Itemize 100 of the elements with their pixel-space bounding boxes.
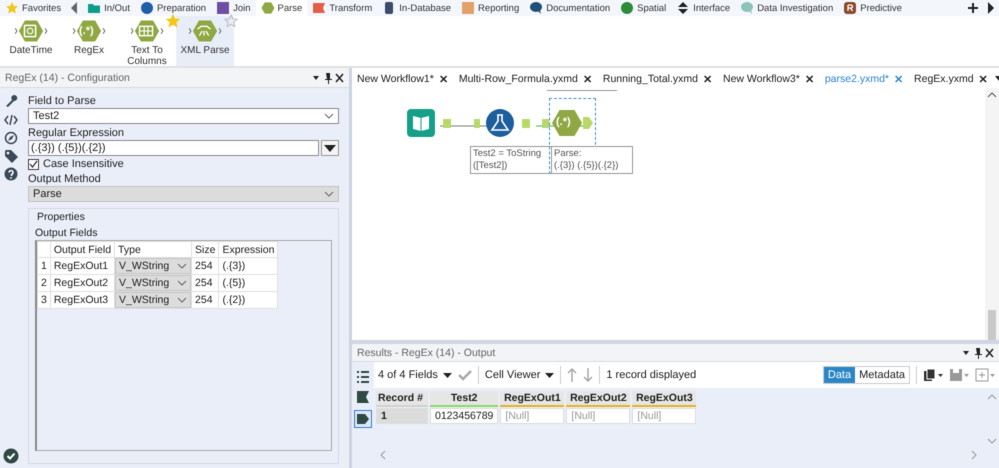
table-cell: 254: [192, 258, 219, 274]
tool-button[interactable]: DateTime: [2, 16, 60, 66]
fields-dropdown[interactable]: 4 of 4 Fields: [378, 369, 452, 381]
scroll-down-icon: [987, 438, 997, 444]
field-label: Field to Parse: [28, 95, 97, 107]
type-dropdown[interactable]: V_WString: [115, 258, 192, 274]
checkbox-label: Case Insensitive: [43, 158, 124, 170]
category-tab[interactable]: Parse: [256, 0, 308, 16]
workflow-tab[interactable]: Running_Total.yxmd ✕: [598, 70, 718, 88]
list-icon: [356, 370, 370, 384]
close-button[interactable]: ✕: [804, 72, 814, 86]
vertical-scrollbar[interactable]: [985, 88, 999, 340]
help-icon: [4, 167, 18, 181]
field-dropdown[interactable]: Test2: [28, 108, 339, 124]
type-dropdown[interactable]: V_WString: [115, 275, 192, 291]
node-glyph: (.*): [556, 116, 571, 128]
folder-icon: [87, 1, 102, 15]
viewer-dropdown[interactable]: Cell Viewer: [484, 369, 554, 381]
scroll-right-icon: [971, 450, 977, 460]
checkbox[interactable]: [28, 158, 39, 170]
type-dropdown[interactable]: V_WString: [115, 292, 192, 308]
category-tab[interactable]: Interface: [671, 0, 736, 16]
workflow-tab[interactable]: RegEx.yxmd ✕: [909, 70, 994, 88]
category-tab[interactable]: In/Out: [82, 0, 135, 16]
square-icon: [461, 1, 476, 15]
dropdown-arrow-icon: [545, 372, 554, 378]
category-tab[interactable]: Preparation: [134, 0, 212, 16]
scroll-right-icon: [986, 1, 996, 15]
table-cell: [Null]: [500, 408, 564, 424]
view-toggle[interactable]: Data: [824, 367, 856, 383]
table-cell: RegExOut1: [50, 258, 115, 274]
column-header: Size: [192, 242, 219, 258]
column-header: RegExOut1: [500, 391, 564, 407]
tool-glyph: (.*): [79, 25, 94, 37]
category-tab[interactable]: Favorites: [0, 0, 66, 16]
category-tab[interactable]: Join: [211, 0, 256, 16]
tag-shape-icon: [354, 410, 372, 428]
workflow-tab[interactable]: New Workflow3* ✕: [718, 70, 820, 88]
category-tab[interactable]: Predictive: [838, 0, 907, 16]
close-button[interactable]: ✕: [582, 72, 592, 86]
checkmark-icon: [458, 369, 472, 381]
workflow-tab[interactable]: parse2.yxmd* ✕: [820, 70, 910, 88]
up-down-icon: [676, 1, 690, 15]
row-number: 2: [38, 274, 50, 292]
chevron-down-icon: [177, 263, 188, 269]
dropdown-button[interactable]: [321, 140, 339, 156]
scroll-left-icon: [69, 1, 80, 15]
field-label: Output Method: [28, 173, 102, 185]
flag-icon: [312, 1, 326, 15]
scroll-thumb[interactable]: [988, 310, 996, 340]
chevron-down-icon: [177, 280, 188, 286]
dropdown-arrow-icon: [442, 372, 452, 378]
table-cell: 254: [192, 274, 219, 292]
arrow-up-icon: [567, 368, 578, 382]
record-count: 1 record displayed: [606, 369, 696, 381]
category-tab[interactable]: Data Investigation: [735, 0, 838, 16]
node-annotation: Test2 = ToString ([Test2]): [470, 146, 552, 174]
scroll-up-icon: [987, 394, 997, 400]
row-number: 3: [38, 292, 50, 308]
grid-label: Output Fields: [35, 227, 98, 239]
row-number: 1: [38, 258, 50, 274]
group-label: Properties: [37, 211, 86, 223]
category-tab[interactable]: Reporting: [456, 0, 524, 16]
category-tab[interactable]: Spatial: [615, 0, 672, 16]
column-header: Test2: [430, 391, 498, 407]
tool-button[interactable]: (.*) RegEx: [60, 16, 118, 66]
chevron-down-icon: [324, 191, 334, 197]
workflow-tab[interactable]: Multi-Row_Formula.yxmd ✕: [454, 70, 598, 88]
close-button[interactable]: ✕: [703, 72, 712, 86]
checkmark-circle-icon: [3, 448, 19, 464]
compass-icon: [4, 131, 18, 145]
speech-bubble-icon: [529, 1, 544, 15]
close-button[interactable]: ✕: [978, 72, 988, 86]
table-cell: 254: [192, 292, 219, 308]
expression-field[interactable]: (.{3}) (.{5})(.{2}): [28, 140, 319, 156]
panel-controls-icon: [311, 72, 345, 84]
category-tab[interactable]: Documentation: [524, 0, 616, 16]
workflow-tab[interactable]: New Workflow1* ✕: [352, 70, 454, 88]
close-button[interactable]: ✕: [894, 72, 904, 86]
square-icon: [216, 1, 230, 15]
column-header: Output Field: [50, 242, 115, 258]
table-cell: [Null]: [632, 408, 696, 424]
flag-icon: [356, 390, 370, 404]
scroll-up-icon: [987, 92, 997, 98]
column-header: RegExOut2: [566, 391, 630, 407]
tag-icon: [4, 149, 18, 163]
column-header: RegExOut3: [632, 391, 696, 407]
table-cell: (.{5}): [218, 274, 278, 292]
panel-controls-icon: [961, 346, 995, 358]
category-tab[interactable]: Transform: [307, 0, 378, 16]
chevron-down-icon: [324, 113, 334, 119]
method-dropdown[interactable]: Parse: [28, 186, 339, 202]
save-icon: [949, 368, 969, 382]
speech-bubble-icon: [740, 1, 754, 15]
close-button[interactable]: ✕: [438, 72, 448, 86]
dropdown-arrow-icon: [324, 144, 336, 152]
panel-title: Results - RegEx (14) - Output: [357, 346, 496, 358]
category-tab[interactable]: In-Database: [377, 0, 456, 16]
row-number: 1: [376, 408, 428, 424]
plus-icon: [966, 1, 980, 15]
